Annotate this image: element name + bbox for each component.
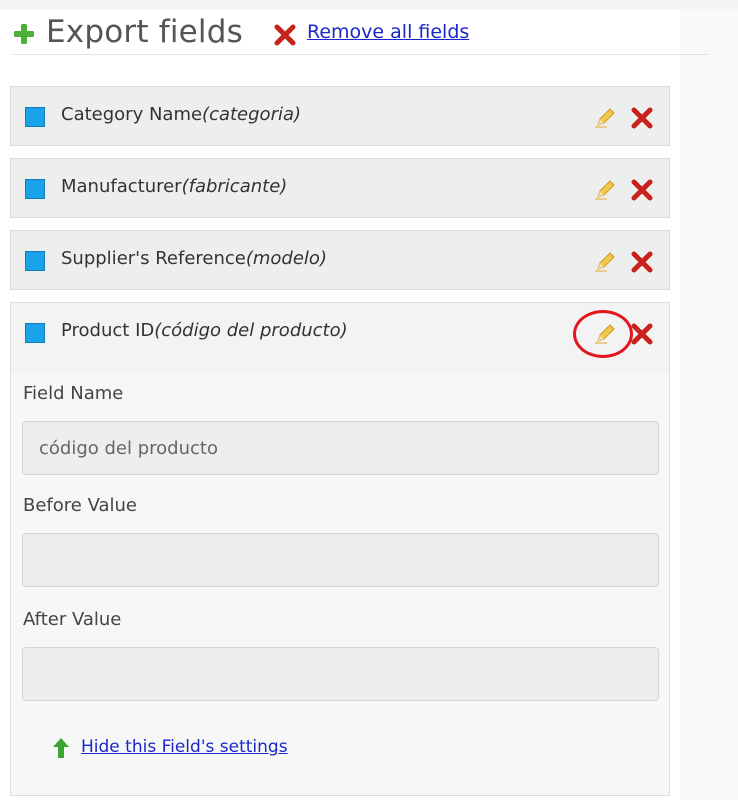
before-value-input[interactable] [22, 533, 659, 587]
field-title: Category Name(categoria) [61, 104, 301, 125]
field-name-input[interactable] [22, 421, 659, 475]
field-title: Manufacturer(fabricante) [61, 176, 287, 197]
field-title: Supplier's Reference(modelo) [61, 248, 327, 269]
pencil-icon[interactable] [593, 178, 617, 202]
drag-handle-square[interactable] [25, 251, 45, 271]
x-icon[interactable] [274, 24, 296, 46]
right-side-panel [680, 10, 738, 800]
pencil-icon[interactable] [593, 106, 617, 130]
field-header: Manufacturer(fabricante) [11, 159, 669, 219]
field-row-product-id: Product ID(código del producto) Field Na… [10, 302, 670, 796]
field-settings-panel: Field Name Before Value After Value Hide… [11, 373, 669, 795]
plus-icon [14, 24, 34, 44]
field-label: Category Name [61, 104, 203, 125]
field-column: (categoria) [202, 104, 302, 125]
field-column: (modelo) [245, 248, 327, 269]
pencil-icon[interactable] [593, 250, 617, 274]
delete-icon[interactable] [631, 323, 653, 345]
field-label: Product ID [61, 320, 155, 341]
field-label: Supplier's Reference [61, 248, 246, 269]
after-value-input[interactable] [22, 647, 659, 701]
remove-all-fields-link[interactable]: Remove all fields [307, 21, 469, 43]
field-header: Supplier's Reference(modelo) [11, 231, 669, 291]
field-header: Product ID(código del producto) [11, 303, 669, 363]
arrow-up-icon [53, 738, 69, 758]
delete-icon[interactable] [631, 179, 653, 201]
field-row-manufacturer: Manufacturer(fabricante) [10, 158, 670, 218]
delete-icon[interactable] [631, 251, 653, 273]
field-title: Product ID(código del producto) [61, 320, 348, 341]
before-value-label: Before Value [23, 495, 138, 516]
export-fields-header: Export fields Remove all fields [12, 6, 708, 55]
drag-handle-square[interactable] [25, 323, 45, 343]
field-row-suppliers-reference: Supplier's Reference(modelo) [10, 230, 670, 290]
pencil-icon[interactable] [593, 322, 617, 346]
drag-handle-square[interactable] [25, 107, 45, 127]
field-header: Category Name(categoria) [11, 87, 669, 147]
field-name-label: Field Name [23, 383, 124, 404]
field-column: (código del producto) [154, 320, 348, 341]
field-row-category-name: Category Name(categoria) [10, 86, 670, 146]
page-title: Export fields [46, 14, 243, 50]
after-value-label: After Value [23, 609, 122, 630]
delete-icon[interactable] [631, 107, 653, 129]
drag-handle-square[interactable] [25, 179, 45, 199]
hide-field-settings-link[interactable]: Hide this Field's settings [81, 737, 288, 757]
field-label: Manufacturer [61, 176, 182, 197]
field-column: (fabricante) [181, 176, 288, 197]
